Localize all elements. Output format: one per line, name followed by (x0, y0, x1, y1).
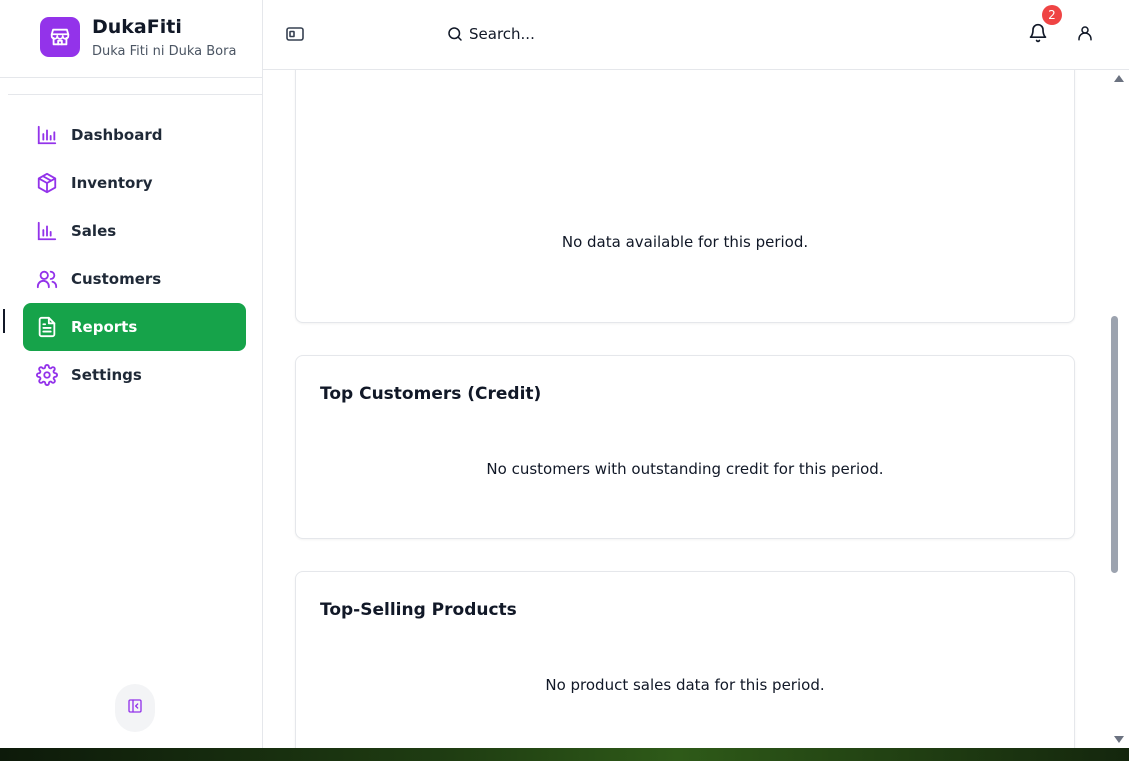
sidebar-item-dashboard[interactable]: Dashboard (23, 111, 246, 159)
desktop-background (0, 748, 1129, 761)
report-card: No data available for this period. (295, 70, 1075, 323)
sidebar-item-reports[interactable]: Reports (23, 303, 246, 351)
sidebar-item-settings[interactable]: Settings (23, 351, 246, 399)
sidebar-divider (8, 94, 262, 95)
file-text-icon (35, 315, 59, 339)
app-tagline: Duka Fiti ni Duka Bora (92, 44, 237, 59)
brand-header: DukaFiti Duka Fiti ni Duka Bora (0, 0, 262, 78)
sidebar-item-label: Sales (71, 222, 117, 240)
bar-chart-icon (35, 219, 59, 243)
sidebar-item-customers[interactable]: Customers (23, 255, 246, 303)
reports-content: No data available for this period. Top C… (263, 70, 1108, 748)
gear-icon (35, 363, 59, 387)
scrollbar-thumb[interactable] (1111, 316, 1118, 573)
bar-chart-icon (35, 123, 59, 147)
active-item-marker (3, 309, 5, 333)
panel-toggle-icon[interactable] (285, 24, 305, 44)
app-name: DukaFiti (92, 16, 182, 38)
sidebar-item-label: Settings (71, 366, 142, 384)
notification-badge: 2 (1042, 5, 1062, 25)
card-title: Top Customers (Credit) (320, 384, 542, 404)
user-icon[interactable] (1074, 22, 1096, 44)
empty-state-message: No customers with outstanding credit for… (486, 460, 884, 478)
package-icon (35, 171, 59, 195)
search-icon (445, 24, 465, 44)
empty-state-message: No data available for this period. (561, 233, 809, 251)
search-input[interactable] (469, 22, 769, 46)
users-icon (35, 267, 59, 291)
top-selling-products-card: Top-Selling Products No product sales da… (295, 571, 1075, 748)
sidebar-item-label: Inventory (71, 174, 153, 192)
top-customers-card: Top Customers (Credit) No customers with… (295, 355, 1075, 539)
top-header: 2 (263, 0, 1129, 70)
empty-state-message: No product sales data for this period. (545, 676, 825, 694)
sidebar-item-label: Dashboard (71, 126, 163, 144)
sidebar-nav: Dashboard Inventory Sales Customers Repo… (23, 111, 246, 399)
sidebar-item-sales[interactable]: Sales (23, 207, 246, 255)
scroll-up-arrow-icon[interactable] (1114, 75, 1124, 82)
sidebar-item-label: Customers (71, 270, 162, 288)
store-icon (40, 17, 80, 57)
app-window: DukaFiti Duka Fiti ni Duka Bora Dashboar… (0, 0, 1129, 748)
sidebar: DukaFiti Duka Fiti ni Duka Bora Dashboar… (0, 0, 263, 748)
sidebar-item-inventory[interactable]: Inventory (23, 159, 246, 207)
sidebar-item-label: Reports (71, 318, 138, 336)
card-title: Top-Selling Products (320, 600, 517, 620)
collapse-sidebar-button[interactable] (115, 684, 155, 732)
scroll-down-arrow-icon[interactable] (1114, 736, 1124, 743)
panel-left-close-icon (127, 698, 143, 718)
vertical-scrollbar[interactable] (1108, 70, 1129, 748)
bell-icon[interactable] (1026, 20, 1050, 46)
